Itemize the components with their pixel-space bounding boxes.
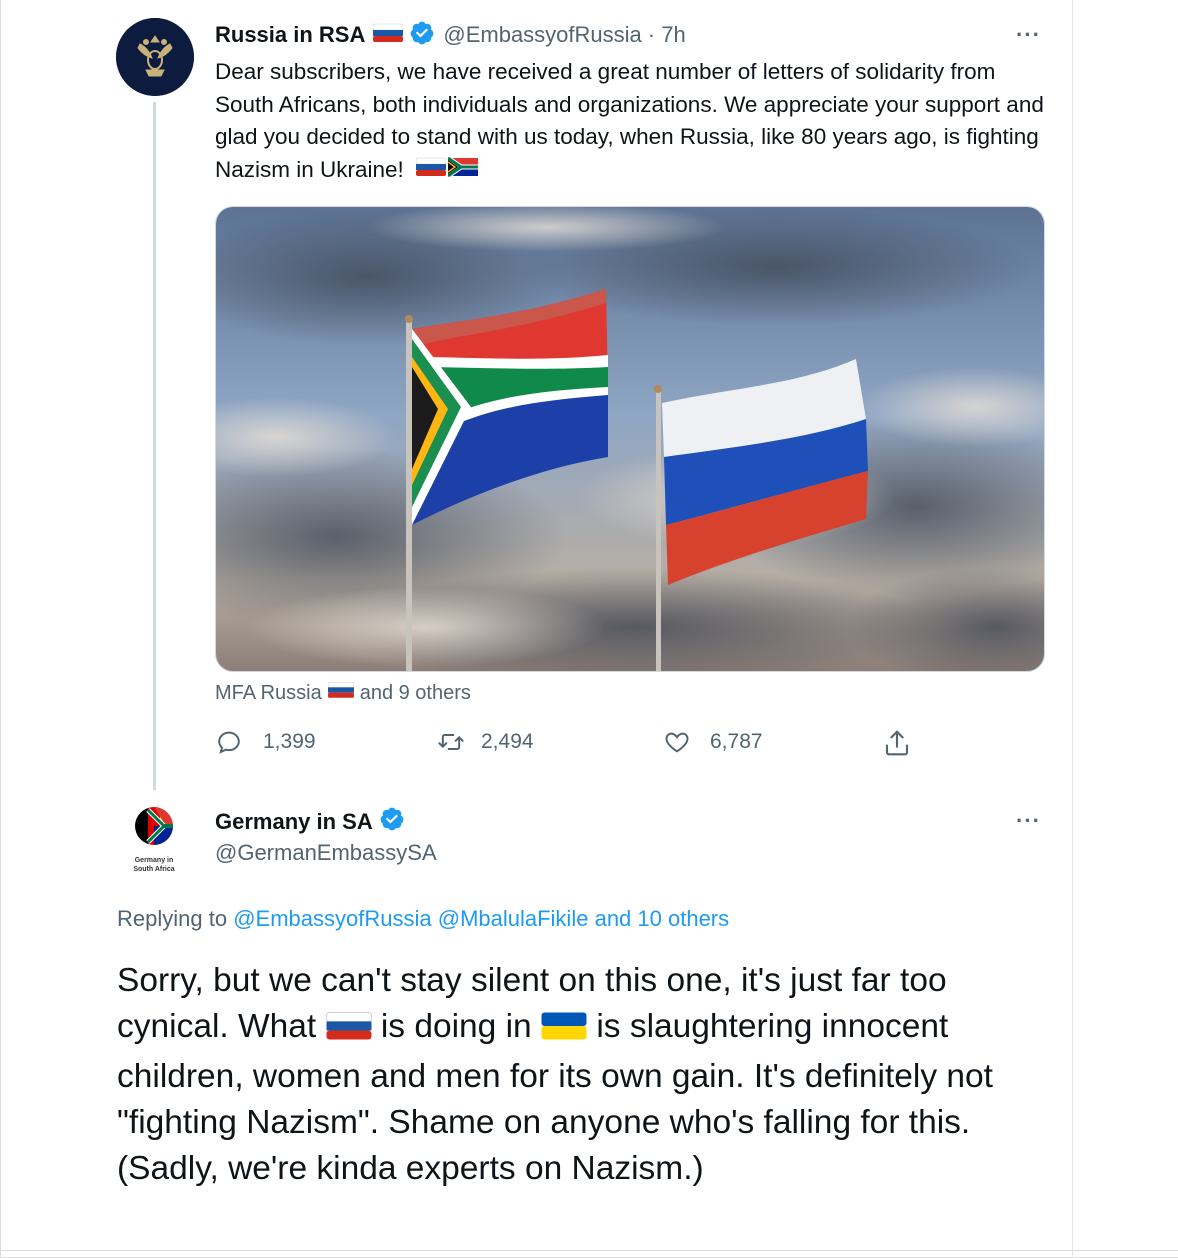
tweet2-body: Sorry, but we can't stay silent on this … xyxy=(117,958,1062,1192)
russia-embassy-avatar[interactable] xyxy=(116,18,194,96)
tweet2-handle[interactable]: @GermanEmbassySA xyxy=(215,840,437,866)
tweet1-handle[interactable]: @EmbassyofRussia xyxy=(443,22,641,48)
tweet1-body: Dear subscribers, we have received a gre… xyxy=(215,56,1055,187)
retweet-count: 2,494 xyxy=(481,730,534,753)
column-divider xyxy=(1072,0,1073,1258)
tweet1-timestamp[interactable]: · 7h xyxy=(648,22,686,48)
avatar-logo-icon: Germany in South Africa xyxy=(133,807,175,873)
like-icon xyxy=(665,732,689,753)
tweet1-author-name[interactable]: Russia in RSA xyxy=(215,22,365,48)
avatar-emblem-icon xyxy=(116,18,194,96)
tweet1-photo[interactable] xyxy=(215,206,1045,672)
tweet1-actions: 1,399 2,494 6,787 xyxy=(215,728,915,762)
reply-button[interactable]: 1,399 xyxy=(215,728,316,756)
like-count: 6,787 xyxy=(710,730,763,753)
reply-mention-link[interactable]: @MbalulaFikile xyxy=(438,906,589,931)
replying-label: Replying to xyxy=(117,906,228,931)
tweet1-header: Russia in RSA @EmbassyofRussia · 7h xyxy=(215,20,686,50)
replying-to: Replying to @EmbassyofRussia @MbalulaFik… xyxy=(117,906,729,932)
more-icon[interactable]: ··· xyxy=(1016,22,1041,48)
share-icon xyxy=(885,730,909,756)
svg-text:Germany in: Germany in xyxy=(135,857,174,864)
verified-icon xyxy=(409,20,435,51)
russia-flag-icon xyxy=(325,1008,372,1054)
reply-icon xyxy=(218,731,240,754)
germany-embassy-avatar[interactable]: Germany in South Africa xyxy=(118,800,192,880)
like-button[interactable]: 6,787 xyxy=(662,728,763,756)
reply-mention-link[interactable]: @EmbassyofRussia xyxy=(233,906,431,931)
tagged-others: and 9 others xyxy=(359,681,471,704)
retweet-icon xyxy=(438,734,464,750)
bottom-divider xyxy=(0,1250,1178,1251)
share-button[interactable] xyxy=(882,728,912,758)
reply-others-link[interactable]: and 10 others xyxy=(595,906,730,931)
verified-icon xyxy=(379,806,405,837)
russia-flag-icon xyxy=(327,681,354,705)
russia-flag-icon xyxy=(415,154,447,187)
more-icon[interactable]: ··· xyxy=(1016,808,1041,834)
tweet2-header: Germany in SA xyxy=(215,806,405,837)
flags-sky-image xyxy=(216,207,1044,671)
thread-connector xyxy=(153,102,156,790)
reply-count: 1,399 xyxy=(263,730,316,753)
tweet2-text-part2: is doing in xyxy=(380,1008,532,1045)
retweet-button[interactable]: 2,494 xyxy=(437,728,534,756)
south-africa-flag-icon xyxy=(446,154,479,187)
tagged-user: MFA Russia xyxy=(215,681,322,704)
ukraine-flag-icon xyxy=(541,1008,587,1054)
russia-flag-icon xyxy=(373,23,404,48)
tweet1-tagged-users[interactable]: MFA Russia and 9 others xyxy=(215,681,471,705)
tweet2-author-name[interactable]: Germany in SA xyxy=(215,809,373,835)
svg-text:South Africa: South Africa xyxy=(133,866,174,873)
tweet1-text: Dear subscribers, we have received a gre… xyxy=(215,59,1044,182)
